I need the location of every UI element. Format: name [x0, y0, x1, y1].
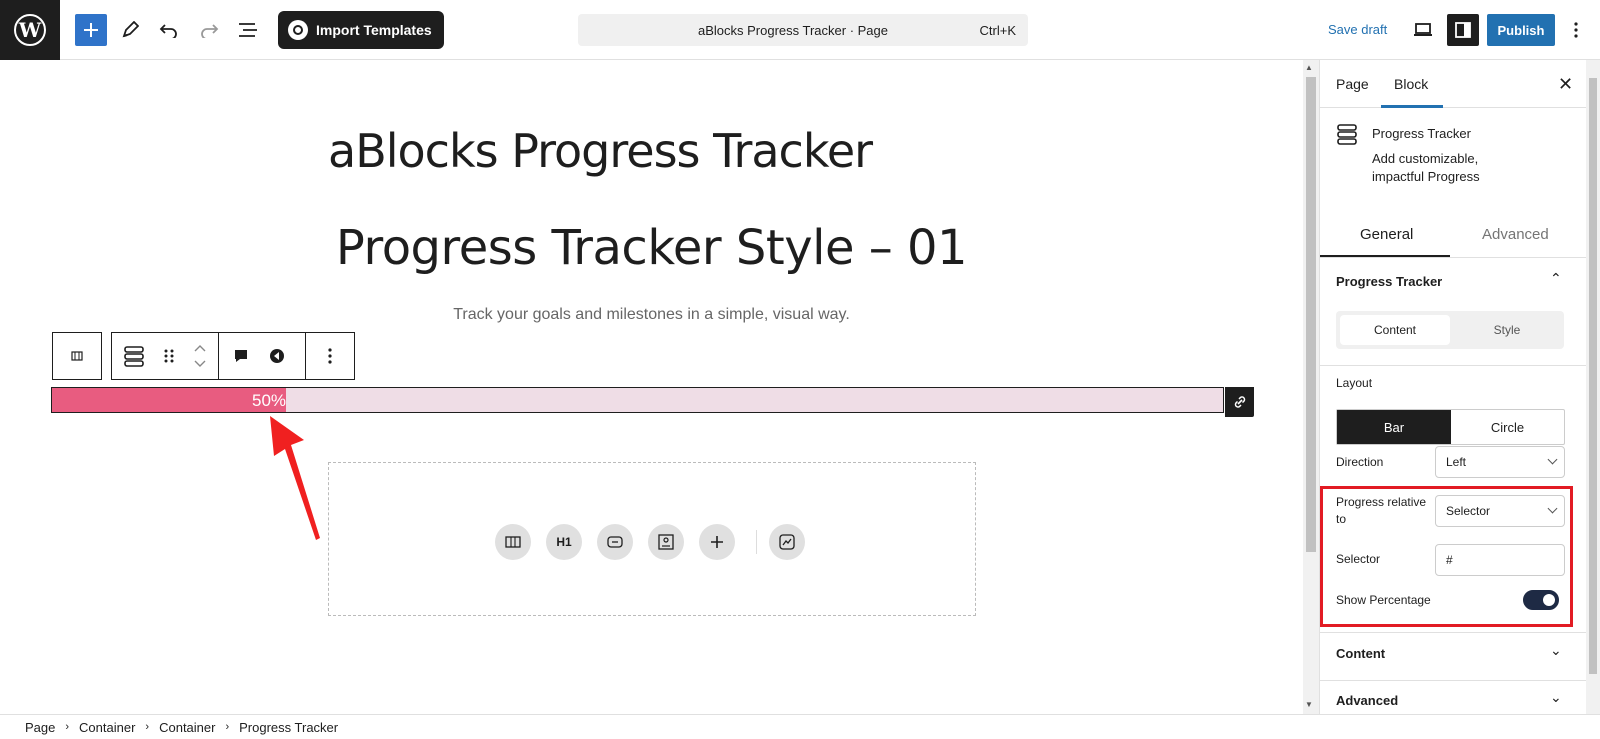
columns-icon[interactable]: [495, 524, 531, 560]
content-tab-button[interactable]: Content: [1340, 315, 1450, 345]
chevron-down-icon: [1547, 503, 1558, 514]
block-name: Progress Tracker: [1372, 126, 1471, 141]
add-block-button[interactable]: [75, 14, 107, 46]
section-heading[interactable]: Progress Tracker Style – 01: [0, 220, 1303, 276]
button-icon[interactable]: [597, 524, 633, 560]
block-controls-group: [111, 332, 355, 380]
divider: [1320, 632, 1586, 633]
image-text-icon[interactable]: [648, 524, 684, 560]
progress-tracker-block-icon: [1336, 123, 1358, 150]
general-advanced-tabs: General Advanced: [1320, 212, 1586, 258]
active-subtab-indicator: [1320, 255, 1450, 257]
command-shortcut: Ctrl+K: [979, 22, 1016, 38]
breadcrumb-item-container-inner[interactable]: Container: [159, 720, 215, 735]
show-percentage-label: Show Percentage: [1336, 593, 1431, 607]
scroll-down-icon[interactable]: ▼: [1305, 700, 1313, 709]
settings-sidebar-toggle[interactable]: [1447, 14, 1479, 46]
canvas-scrollbar-thumb[interactable]: [1306, 77, 1316, 552]
selector-label: Selector: [1336, 552, 1381, 566]
heading-icon[interactable]: H1: [546, 524, 582, 560]
layout-bar-button[interactable]: Bar: [1337, 410, 1451, 444]
page-title[interactable]: aBlocks Progress Tracker: [328, 124, 873, 178]
undo-icon[interactable]: [153, 14, 185, 46]
tab-page[interactable]: Page: [1336, 76, 1369, 92]
options-kebab-icon[interactable]: [1560, 14, 1592, 46]
comment-icon[interactable]: [219, 333, 263, 379]
editor-topbar: W Import Templates aBlocks Progress Trac…: [0, 0, 1600, 60]
drag-handle-icon[interactable]: [156, 333, 182, 379]
document-title-bar[interactable]: aBlocks Progress Tracker · Page Ctrl+K: [578, 14, 1028, 46]
layout-circle-button[interactable]: Circle: [1451, 410, 1564, 444]
progress-percentage-label: 50%: [252, 391, 287, 410]
import-templates-button[interactable]: Import Templates: [278, 11, 444, 49]
ablocks-control-icon[interactable]: [263, 333, 291, 379]
divider: [1320, 680, 1586, 681]
chevron-down-icon: [1547, 454, 1558, 465]
direction-label: Direction: [1336, 455, 1384, 469]
parent-selector-group: [52, 332, 102, 380]
breadcrumb-item-page[interactable]: Page: [25, 720, 55, 735]
redo-icon[interactable]: [193, 14, 225, 46]
container-appender[interactable]: H1: [328, 462, 976, 616]
sidebar-tabs: Page Block ✕: [1320, 60, 1586, 108]
chevron-down-icon[interactable]: ⌄: [1550, 642, 1562, 659]
document-overview-icon[interactable]: [232, 14, 264, 46]
progress-relative-label: Progress relative to: [1336, 495, 1427, 526]
preview-icon[interactable]: [1407, 14, 1439, 46]
appender-divider: [756, 530, 757, 554]
progress-relative-select[interactable]: Selector: [1435, 495, 1565, 527]
select-parent-icon[interactable]: [53, 333, 101, 379]
link-icon[interactable]: [1225, 387, 1254, 417]
tab-general[interactable]: General: [1360, 226, 1413, 243]
sidebar-scrollbar-thumb[interactable]: [1589, 78, 1597, 674]
tab-advanced[interactable]: Advanced: [1482, 226, 1549, 243]
ablocks-logo-icon: [288, 20, 308, 40]
publish-button[interactable]: Publish: [1487, 14, 1555, 46]
move-up-down-icon[interactable]: [182, 333, 218, 379]
content-section-title[interactable]: Content: [1336, 646, 1385, 661]
chevron-down-icon[interactable]: ⌄: [1550, 689, 1562, 706]
block-toolbar: [52, 332, 355, 380]
progress-fill: [52, 388, 286, 412]
progress-tracker-bar[interactable]: 50%: [51, 387, 1224, 413]
block-description: Add customizable, impactful Progress: [1372, 151, 1480, 184]
layout-toggle: Bar Circle: [1336, 409, 1565, 445]
chart-icon[interactable]: [769, 524, 805, 560]
close-icon[interactable]: ✕: [1558, 74, 1573, 95]
tab-block[interactable]: Block: [1394, 76, 1428, 92]
content-style-switch: Content Style: [1336, 311, 1564, 349]
settings-sidebar: Page Block ✕ Progress Tracker Add custom…: [1319, 60, 1586, 714]
breadcrumb-item-container[interactable]: Container: [79, 720, 135, 735]
show-percentage-toggle[interactable]: [1523, 590, 1559, 610]
direction-value: Left: [1446, 455, 1467, 469]
progress-relative-value: Selector: [1446, 504, 1491, 518]
block-options-icon[interactable]: [306, 333, 354, 379]
save-draft-button[interactable]: Save draft: [1328, 22, 1387, 37]
section-subheading[interactable]: Track your goals and milestones in a sim…: [0, 306, 1303, 324]
plus-icon[interactable]: [699, 524, 735, 560]
progress-tracker-section-title[interactable]: Progress Tracker: [1336, 274, 1442, 289]
style-tab-button[interactable]: Style: [1452, 315, 1562, 345]
selector-value: #: [1446, 553, 1453, 567]
breadcrumb-item-progress-tracker[interactable]: Progress Tracker: [239, 720, 338, 735]
import-templates-label: Import Templates: [316, 22, 432, 38]
sidebar-icon: [1455, 22, 1471, 38]
document-title: aBlocks Progress Tracker · Page: [697, 22, 889, 38]
wordpress-logo-icon[interactable]: W: [0, 0, 60, 60]
direction-select[interactable]: Left: [1435, 446, 1565, 478]
svg-text:W: W: [18, 18, 42, 42]
breadcrumb: Page › Container › Container › Progress …: [0, 714, 1600, 739]
annotation-arrow-icon: [270, 416, 320, 540]
divider: [1320, 365, 1586, 366]
selector-input[interactable]: #: [1435, 544, 1565, 576]
progress-tracker-block-icon[interactable]: [112, 333, 156, 379]
chevron-right-icon: ›: [145, 721, 150, 733]
layout-label: Layout: [1336, 376, 1373, 390]
scroll-up-icon[interactable]: ▲: [1305, 63, 1313, 72]
chevron-right-icon: ›: [65, 721, 70, 733]
chevron-right-icon: ›: [225, 721, 230, 733]
advanced-section-title[interactable]: Advanced: [1336, 693, 1398, 708]
chevron-up-icon[interactable]: ⌃: [1550, 270, 1562, 287]
edit-tool-icon[interactable]: [114, 14, 146, 46]
